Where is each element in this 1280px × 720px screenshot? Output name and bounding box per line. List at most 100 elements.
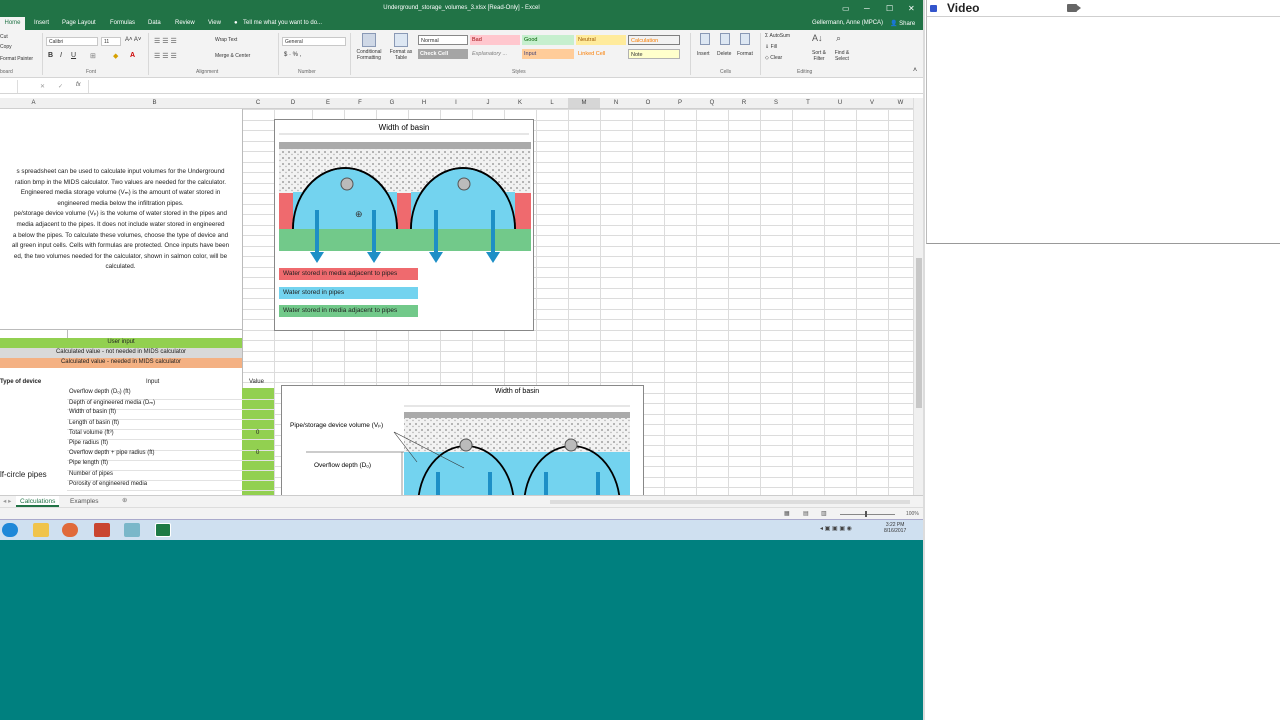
system-tray-icons[interactable]: ◂ ▣ ▣ ▣ ◉ — [820, 525, 852, 532]
find-select-button[interactable]: Find & Select — [830, 50, 854, 62]
horizontal-scrollbar[interactable] — [550, 500, 910, 504]
ribbon-display-icon[interactable]: ▭ — [842, 4, 850, 13]
column-header[interactable]: V — [856, 100, 888, 106]
tab-data[interactable]: Data — [148, 20, 161, 26]
tab-examples[interactable]: Examples — [70, 498, 99, 505]
zoom-level[interactable]: 100% — [906, 511, 919, 517]
autosum-button[interactable]: Σ AutoSum — [765, 33, 790, 39]
column-header[interactable]: W — [888, 100, 913, 106]
copy-button[interactable]: Copy — [0, 44, 12, 50]
tab-home[interactable]: Home — [0, 17, 25, 30]
tab-page-layout[interactable]: Page Layout — [62, 20, 96, 26]
style-note[interactable]: Note — [628, 49, 680, 59]
insert-cells-icon[interactable] — [700, 33, 710, 45]
number-format-select[interactable]: General — [282, 37, 346, 46]
font-size-select[interactable]: 11 — [101, 37, 121, 46]
collapse-ribbon-icon[interactable]: ˄ — [913, 67, 917, 74]
column-header[interactable]: K — [504, 100, 536, 106]
ie-icon[interactable] — [2, 523, 18, 537]
delete-cells-icon[interactable] — [720, 33, 730, 45]
style-calculation[interactable]: Calculation — [628, 35, 680, 45]
new-sheet-icon[interactable]: ⊕ — [122, 496, 127, 504]
currency-icon[interactable]: $ · % , — [284, 52, 301, 58]
page-break-view-icon[interactable]: ▥ — [821, 510, 827, 517]
snipping-tool-icon[interactable] — [124, 523, 140, 537]
style-linked-cell[interactable]: Linked Cell — [576, 49, 626, 59]
sort-filter-button[interactable]: Sort & Filter — [808, 50, 830, 62]
column-header[interactable]: S — [760, 100, 792, 106]
input-value-column[interactable] — [242, 388, 274, 495]
vertical-scrollbar[interactable] — [913, 98, 923, 495]
column-header[interactable]: I — [440, 100, 472, 106]
name-box[interactable] — [0, 80, 18, 93]
style-good[interactable]: Good — [522, 35, 574, 45]
column-header[interactable]: H — [408, 100, 440, 106]
tab-review[interactable]: Review — [175, 20, 195, 26]
column-header[interactable]: E — [312, 100, 344, 106]
minimize-icon[interactable]: ─ — [864, 4, 870, 13]
conditional-formatting-icon[interactable] — [362, 33, 376, 47]
search-icon[interactable]: ⌕ — [836, 33, 841, 44]
share-button[interactable]: 👤 Share — [890, 20, 915, 27]
column-header[interactable]: J — [472, 100, 504, 106]
tab-view[interactable]: View — [208, 20, 221, 26]
style-explanatory[interactable]: Explanatory ... — [470, 49, 520, 59]
column-header[interactable]: O — [632, 100, 664, 106]
font-name-select[interactable]: Calibri — [46, 37, 98, 46]
scroll-thumb[interactable] — [916, 258, 922, 408]
column-header[interactable]: L — [536, 100, 568, 106]
normal-view-icon[interactable]: ▦ — [784, 510, 790, 517]
style-input[interactable]: Input — [522, 49, 574, 59]
insert-cells-button[interactable]: Insert — [697, 51, 710, 57]
column-header[interactable]: B — [67, 100, 242, 106]
style-normal[interactable]: Normal — [418, 35, 468, 45]
cut-button[interactable]: Cut — [0, 34, 8, 40]
maximize-icon[interactable]: ☐ — [886, 4, 893, 13]
clear-button[interactable]: ◇ Clear — [765, 55, 782, 61]
column-header[interactable]: T — [792, 100, 824, 106]
style-check-cell[interactable]: Check Cell — [418, 49, 468, 59]
italic-button[interactable]: I — [60, 52, 62, 59]
format-cells-icon[interactable] — [740, 33, 750, 45]
column-header[interactable]: F — [344, 100, 376, 106]
user-name[interactable]: Gellermann, Anne (MPCA) — [812, 20, 883, 26]
page-layout-view-icon[interactable]: ▤ — [803, 510, 809, 517]
column-header[interactable]: N — [600, 100, 632, 106]
column-header[interactable]: G — [376, 100, 408, 106]
file-explorer-icon[interactable] — [33, 523, 49, 537]
tab-calculations[interactable]: Calculations — [16, 496, 60, 507]
column-header[interactable]: M — [568, 98, 600, 108]
format-table-icon[interactable] — [394, 33, 408, 47]
font-color-icon[interactable]: A — [130, 52, 135, 59]
input-value[interactable]: 0 — [256, 450, 259, 456]
style-neutral[interactable]: Neutral — [576, 35, 626, 45]
format-cells-button[interactable]: Format — [737, 51, 753, 57]
bold-button[interactable]: B — [48, 52, 53, 59]
column-header[interactable]: C — [242, 100, 274, 106]
formula-input[interactable] — [88, 80, 918, 93]
tab-insert[interactable]: Insert — [34, 20, 49, 26]
align-top-icon[interactable]: ☰ ☰ ☰ — [154, 37, 177, 45]
column-header[interactable]: U — [824, 100, 856, 106]
input-value[interactable]: 0 — [256, 430, 259, 436]
worksheet-grid[interactable]: s spreadsheet can be used to calculate i… — [0, 109, 913, 495]
close-icon[interactable]: ✕ — [908, 4, 915, 13]
enter-icon[interactable]: ✓ — [58, 83, 63, 90]
powerpoint-icon[interactable] — [94, 523, 110, 537]
clock[interactable]: 3:22 PM 8/16/2017 — [884, 522, 906, 534]
underline-button[interactable]: U — [71, 52, 76, 59]
tab-formulas[interactable]: Formulas — [110, 20, 135, 26]
fill-button[interactable]: ⇓ Fill — [765, 44, 777, 50]
sort-icon[interactable]: A↓ — [812, 33, 823, 43]
wrap-text-button[interactable]: Wrap Text — [215, 37, 237, 43]
borders-icon[interactable]: ⊞ — [90, 52, 96, 60]
tell-me-box[interactable]: Tell me what you want to do... — [243, 20, 322, 26]
format-painter-button[interactable]: Format Painter — [0, 56, 33, 62]
camera-icon[interactable] — [1067, 4, 1081, 12]
media-player-icon[interactable] — [62, 523, 78, 537]
zoom-slider-thumb[interactable] — [865, 511, 867, 517]
function-icon[interactable]: fx — [76, 82, 81, 88]
fill-color-icon[interactable]: ◆ — [113, 52, 118, 60]
delete-cells-button[interactable]: Delete — [717, 51, 731, 57]
column-header[interactable]: A — [0, 100, 67, 106]
